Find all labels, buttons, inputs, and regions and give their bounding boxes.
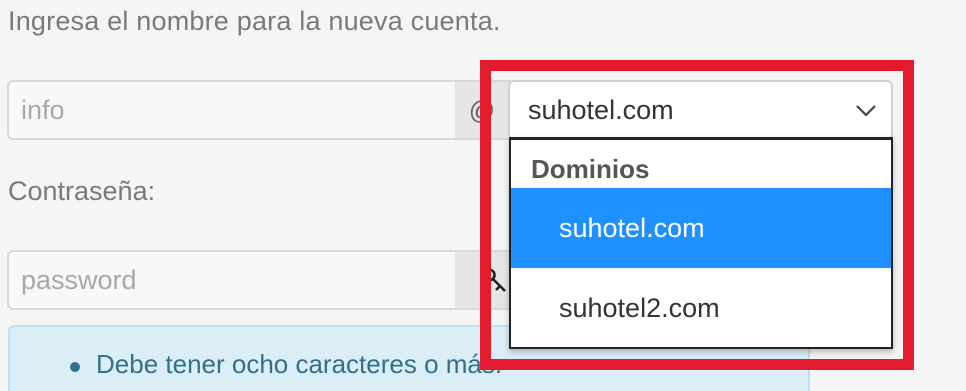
dropdown-option-suhotel[interactable]: suhotel.com (511, 188, 891, 268)
requirement-item: Debe tener ocho caracteres o más. (96, 349, 503, 379)
dropdown-group-label: Dominios (531, 154, 650, 184)
bullet-icon (70, 362, 80, 372)
password-label: Contraseña: (8, 176, 156, 206)
domain-select[interactable]: suhotel.com (508, 80, 893, 140)
new-account-form: Ingresa el nombre para la nueva cuenta. … (0, 0, 966, 391)
generate-password-button[interactable] (455, 250, 511, 310)
chevron-down-icon (856, 105, 876, 117)
domain-select-value: suhotel.com (528, 94, 674, 125)
domain-dropdown-list: Dominios suhotel.com suhotel2.com (509, 137, 893, 349)
at-symbol-addon: @ (455, 80, 511, 140)
username-field-wrapper (7, 80, 457, 140)
password-input[interactable] (9, 252, 455, 308)
username-input[interactable] (9, 82, 455, 138)
form-prompt: Ingresa el nombre para la nueva cuenta. (8, 6, 501, 36)
dropdown-option-suhotel2[interactable]: suhotel2.com (511, 268, 891, 348)
key-icon (482, 268, 506, 292)
password-field-wrapper (7, 250, 457, 310)
